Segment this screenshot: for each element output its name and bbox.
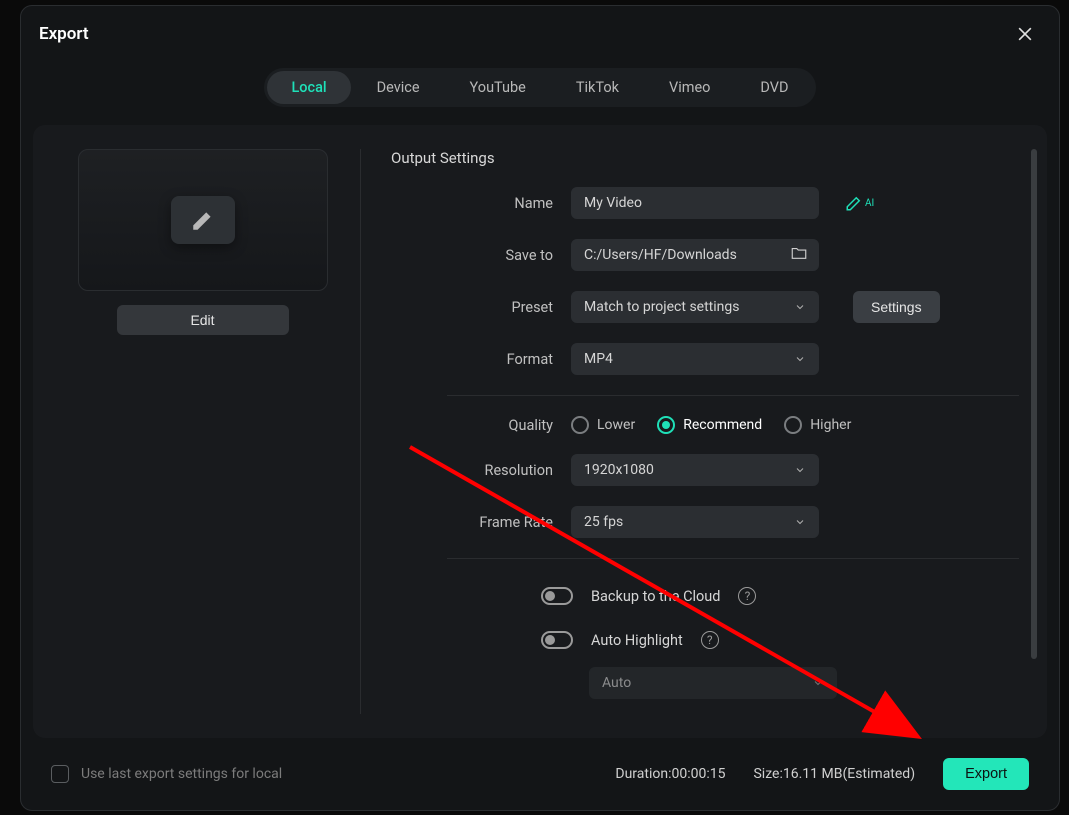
auto-highlight-label: Auto Highlight — [591, 632, 683, 649]
row-preset: Preset Match to project settings Setting… — [391, 291, 1019, 323]
tab-tiktok[interactable]: TikTok — [552, 71, 643, 104]
preset-select[interactable]: Match to project settings — [571, 291, 819, 323]
tab-youtube[interactable]: YouTube — [446, 71, 550, 104]
tab-vimeo[interactable]: Vimeo — [645, 71, 734, 104]
quality-recommend-radio[interactable]: Recommend — [657, 416, 762, 434]
pencil-icon — [190, 207, 216, 233]
main-panel: Edit Output Settings Name My Video AI Sa… — [33, 125, 1047, 738]
ai-rename-button[interactable]: AI — [845, 194, 874, 212]
framerate-select[interactable]: 25 fps — [571, 506, 819, 538]
dialog-title: Export — [39, 24, 89, 44]
preset-settings-button[interactable]: Settings — [853, 291, 940, 323]
tab-device[interactable]: Device — [353, 71, 444, 104]
chevron-down-icon — [812, 677, 824, 689]
row-auto-highlight: Auto Highlight ? — [541, 631, 1019, 649]
resolution-select[interactable]: 1920x1080 — [571, 454, 819, 486]
name-label: Name — [391, 195, 571, 212]
backup-cloud-toggle[interactable] — [541, 587, 573, 605]
preview-column: Edit — [61, 149, 361, 714]
chevron-down-icon — [794, 301, 806, 313]
highlight-help-button[interactable]: ? — [701, 631, 719, 649]
scrollbar[interactable] — [1031, 149, 1037, 714]
section-title: Output Settings — [391, 149, 1019, 167]
row-name: Name My Video AI — [391, 187, 1019, 219]
close-button[interactable] — [1015, 24, 1035, 44]
save-to-input[interactable]: C:/Users/HF/Downloads — [571, 239, 819, 271]
preview-thumbnail[interactable] — [78, 149, 328, 291]
edit-button[interactable]: Edit — [117, 305, 289, 335]
row-highlight-mode: Auto — [589, 667, 1019, 699]
format-select[interactable]: MP4 — [571, 343, 819, 375]
quality-label: Quality — [391, 417, 571, 434]
chevron-down-icon — [794, 353, 806, 365]
name-input[interactable]: My Video — [571, 187, 819, 219]
tab-dvd[interactable]: DVD — [736, 71, 812, 104]
footer-right: Duration:00:00:15 Size:16.11 MB(Estimate… — [615, 758, 1029, 790]
backup-cloud-label: Backup to the Cloud — [591, 588, 720, 605]
chevron-down-icon — [794, 516, 806, 528]
quality-higher-radio[interactable]: Higher — [784, 416, 851, 434]
chevron-down-icon — [794, 464, 806, 476]
resolution-label: Resolution — [391, 462, 571, 479]
format-label: Format — [391, 351, 571, 368]
tab-local[interactable]: Local — [267, 71, 350, 104]
folder-icon — [790, 244, 808, 262]
dialog-header: Export — [21, 6, 1059, 54]
export-tabs: Local Device YouTube TikTok Vimeo DVD — [264, 68, 815, 107]
footer-left: Use last export settings for local — [51, 765, 282, 783]
backup-help-button[interactable]: ? — [738, 587, 756, 605]
output-settings: Output Settings Name My Video AI Save to… — [361, 149, 1019, 714]
preset-label: Preset — [391, 299, 571, 316]
scrollbar-thumb[interactable] — [1031, 149, 1037, 659]
pencil-ai-icon — [845, 194, 863, 212]
browse-folder-button[interactable] — [790, 244, 808, 266]
row-quality: Quality Lower Recommend Higher — [391, 416, 1019, 434]
tabs-container: Local Device YouTube TikTok Vimeo DVD — [21, 54, 1059, 125]
row-save-to: Save to C:/Users/HF/Downloads — [391, 239, 1019, 271]
preview-placeholder — [171, 196, 235, 244]
use-last-settings-label: Use last export settings for local — [81, 766, 282, 782]
dialog-footer: Use last export settings for local Durat… — [21, 738, 1059, 810]
framerate-label: Frame Rate — [391, 514, 571, 531]
row-format: Format MP4 — [391, 343, 1019, 375]
row-framerate: Frame Rate 25 fps — [391, 506, 1019, 538]
quality-radio-group: Lower Recommend Higher — [571, 416, 851, 434]
divider — [447, 395, 1019, 396]
use-last-settings-checkbox[interactable] — [51, 765, 69, 783]
divider — [447, 558, 1019, 559]
row-resolution: Resolution 1920x1080 — [391, 454, 1019, 486]
highlight-mode-select[interactable]: Auto — [589, 667, 837, 699]
close-icon — [1015, 24, 1035, 44]
export-dialog: Export Local Device YouTube TikTok Vimeo… — [20, 5, 1060, 811]
save-to-label: Save to — [391, 247, 571, 264]
export-button[interactable]: Export — [943, 758, 1029, 790]
quality-lower-radio[interactable]: Lower — [571, 416, 635, 434]
row-backup-cloud: Backup to the Cloud ? — [541, 587, 1019, 605]
auto-highlight-toggle[interactable] — [541, 631, 573, 649]
duration-meta: Duration:00:00:15 — [615, 766, 725, 782]
size-meta: Size:16.11 MB(Estimated) — [753, 766, 915, 782]
